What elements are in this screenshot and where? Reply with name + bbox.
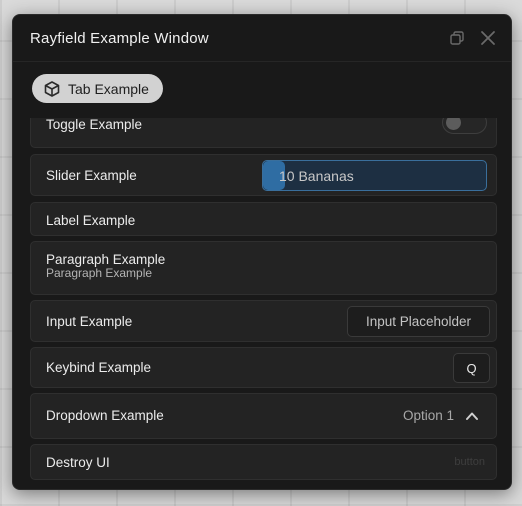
input-element: Input Example — [30, 300, 497, 342]
dropdown-element[interactable]: Dropdown Example Option 1 — [30, 393, 497, 439]
paragraph-title: Paragraph Example — [46, 252, 166, 267]
button-hint: button — [454, 456, 485, 468]
rayfield-window: Rayfield Example Window Tab Example Togg… — [12, 14, 512, 490]
tab-example[interactable]: Tab Example — [32, 74, 163, 103]
keybind-element: Keybind Example Q — [30, 347, 497, 388]
input-label: Input Example — [46, 314, 133, 329]
keybind-label: Keybind Example — [46, 360, 152, 375]
toggle-switch[interactable] — [442, 118, 487, 134]
input-field[interactable] — [347, 306, 490, 337]
chevron-up-icon[interactable] — [465, 409, 479, 423]
slider-element: Slider Example 10 Bananas — [30, 154, 497, 196]
dropdown-selected[interactable]: Option 1 — [403, 408, 454, 423]
tab-content[interactable]: Toggle Example Slider Example 10 Bananas… — [13, 118, 511, 489]
button-label: Destroy UI — [46, 455, 110, 470]
title-bar[interactable]: Rayfield Example Window — [13, 15, 511, 61]
toggle-element[interactable]: Toggle Example — [30, 118, 497, 148]
cube-icon — [43, 80, 61, 98]
paragraph-element: Paragraph Example Paragraph Example — [30, 241, 497, 295]
close-icon[interactable] — [479, 29, 497, 47]
label-element: Label Example — [30, 202, 497, 236]
label-text: Label Example — [46, 213, 136, 228]
toggle-label: Toggle Example — [46, 118, 143, 132]
paragraph-content: Paragraph Example — [46, 266, 153, 280]
window-restore-icon[interactable] — [448, 29, 466, 47]
window-title: Rayfield Example Window — [30, 29, 209, 47]
tab-label: Tab Example — [68, 80, 149, 97]
slider-value: 10 Bananas — [279, 168, 354, 184]
dropdown-label: Dropdown Example — [46, 408, 164, 423]
toggle-knob — [446, 118, 461, 130]
keybind-box[interactable]: Q — [453, 353, 490, 383]
tab-bar: Tab Example — [13, 62, 511, 118]
slider-label: Slider Example — [46, 168, 137, 183]
destroy-ui-button[interactable]: Destroy UI button — [30, 444, 497, 480]
slider-track[interactable]: 10 Bananas — [262, 160, 487, 191]
